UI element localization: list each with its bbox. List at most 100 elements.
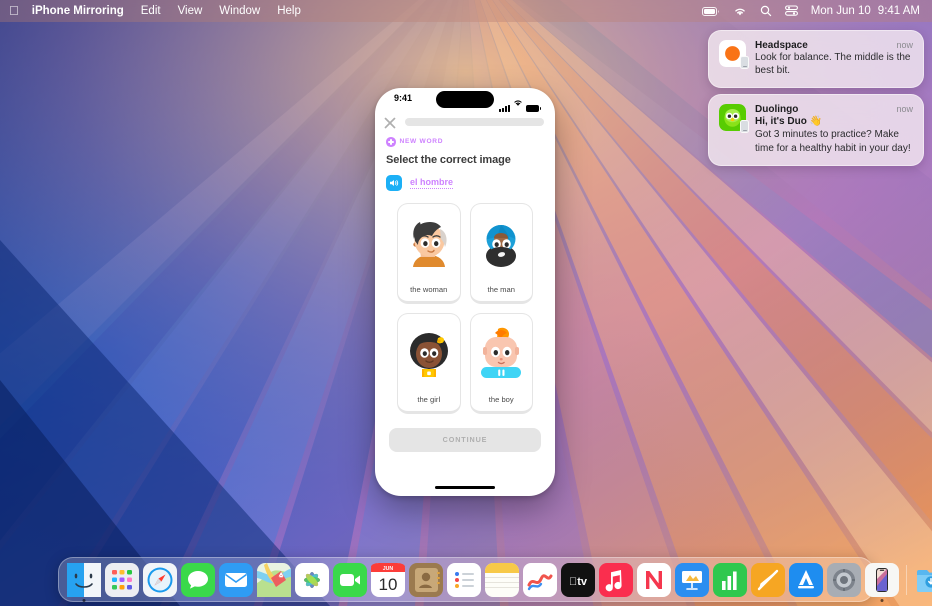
dock-item-reminders[interactable]	[446, 561, 483, 598]
safari-icon	[143, 562, 177, 597]
svg-text:tv: tv	[569, 576, 588, 588]
iphone-status-icons	[499, 94, 541, 112]
dock-item-news[interactable]	[636, 561, 673, 598]
dock-item-keynote[interactable]	[674, 561, 711, 598]
answer-choice-man[interactable]: the man	[469, 202, 533, 304]
messages-icon	[181, 562, 215, 597]
dock-item-photos[interactable]	[294, 561, 331, 598]
menu-item-window[interactable]: Window	[219, 5, 260, 17]
downloads-folder-icon	[914, 563, 932, 597]
dock-item-launchpad[interactable]	[104, 561, 141, 598]
facetime-icon	[333, 562, 367, 597]
answer-choice-woman[interactable]: the woman	[397, 202, 461, 304]
menu-item-view[interactable]: View	[178, 5, 203, 17]
notification-duolingo[interactable]: Duolingo now Hi, it's Duo 👋 Got 3 minute…	[708, 94, 924, 166]
menu-bar-date[interactable]: Mon Jun 10	[811, 5, 871, 17]
notification-body: Duolingo now Hi, it's Duo 👋 Got 3 minute…	[755, 104, 913, 154]
lesson-progress-bar	[405, 118, 544, 126]
iphone-mirroring-window[interactable]: 9:41 NEW WORD Select the correct image e…	[375, 88, 555, 496]
launchpad-icon	[105, 562, 139, 597]
dock-item-contacts[interactable]	[408, 561, 445, 598]
new-word-icon	[386, 137, 396, 147]
man-avatar	[472, 211, 530, 273]
dock-item-iphone-mirroring[interactable]	[864, 561, 901, 602]
iphone-mirroring-icon	[865, 562, 899, 597]
lesson-header	[375, 112, 555, 129]
answer-choice-label: the man	[487, 284, 515, 294]
wifi-icon[interactable]	[733, 6, 747, 17]
question-prompt: Select the correct image	[386, 153, 511, 166]
battery-icon[interactable]	[701, 6, 720, 17]
dock-item-downloads-folder[interactable]	[913, 561, 932, 598]
dock-item-safari[interactable]	[142, 561, 179, 598]
dock-item-appletv[interactable]: tv	[560, 561, 597, 598]
dock-item-appstore[interactable]	[788, 561, 825, 598]
reminders-icon	[447, 562, 481, 597]
dock-item-maps[interactable]	[256, 561, 293, 598]
svg-text:10: 10	[379, 575, 398, 594]
search-icon[interactable]	[760, 5, 772, 17]
notification-app-icon-wrap	[719, 40, 749, 69]
photos-icon	[295, 562, 329, 597]
menu-item-help[interactable]: Help	[277, 5, 301, 17]
dock-item-music[interactable]	[598, 561, 635, 598]
boy-avatar	[472, 321, 530, 383]
finder-icon	[67, 562, 101, 597]
notification-header: Duolingo now	[755, 104, 913, 115]
pages-icon	[751, 562, 785, 597]
news-icon	[637, 562, 671, 597]
dock-item-finder[interactable]	[66, 561, 103, 602]
dock-item-numbers[interactable]	[712, 561, 749, 598]
speaker-icon[interactable]	[386, 174, 402, 191]
dock-item-messages[interactable]	[180, 561, 217, 598]
dock-item-freeform[interactable]	[522, 561, 559, 598]
calendar-icon: JUN 10	[371, 562, 405, 597]
notification-message: Look for balance. The middle is the best…	[755, 52, 911, 77]
dynamic-island	[436, 90, 494, 108]
notification-headspace[interactable]: Headspace now Look for balance. The midd…	[708, 30, 924, 89]
settings-gear-icon	[827, 562, 861, 597]
dock-item-pages[interactable]	[750, 561, 787, 598]
dock-item-calendar[interactable]: JUN 10	[370, 561, 407, 598]
answer-choice-boy[interactable]: the boy	[469, 312, 533, 414]
notification-app-name: Headspace	[755, 40, 808, 51]
dock-item-notes[interactable]	[484, 561, 521, 598]
dock-separator	[906, 564, 907, 595]
dock-item-mail[interactable]	[218, 561, 255, 598]
control-center-icon[interactable]	[784, 5, 798, 17]
menu-bar-status-area: Mon Jun 10 9:41 AM	[701, 5, 923, 17]
menu-bar-time[interactable]: 9:41 AM	[878, 5, 920, 17]
menu-bar:  iPhone Mirroring Edit View Window Help…	[0, 0, 932, 22]
contacts-icon	[409, 562, 443, 597]
answer-choice-grid: the woman the man the girl the boy	[375, 191, 555, 414]
notification-app-name: Duolingo	[755, 104, 799, 116]
apple-logo-icon[interactable]: 	[9, 4, 19, 17]
notification-message: Got 3 minutes to practice? Make time for…	[755, 129, 911, 154]
dock-item-facetime[interactable]	[332, 561, 369, 598]
running-indicator	[880, 598, 884, 602]
close-icon[interactable]	[384, 116, 396, 129]
freeform-icon	[523, 562, 557, 597]
home-indicator[interactable]	[435, 486, 495, 489]
notification-time: now	[896, 40, 913, 50]
notes-icon	[485, 562, 519, 597]
continue-button[interactable]: CONTINUE	[389, 427, 541, 452]
music-icon	[599, 562, 633, 597]
answer-choice-label: the boy	[488, 394, 514, 404]
iphone-source-badge	[740, 56, 749, 69]
menu-item-edit[interactable]: Edit	[141, 5, 161, 17]
numbers-icon	[713, 562, 747, 597]
answer-choice-girl[interactable]: the girl	[397, 312, 461, 414]
keynote-icon	[675, 562, 709, 597]
menu-item-iphone-mirroring[interactable]: iPhone Mirroring	[32, 5, 124, 17]
woman-avatar	[400, 211, 458, 273]
target-word[interactable]: el hombre	[410, 177, 454, 189]
dock-item-settings[interactable]	[826, 561, 863, 598]
notification-time: now	[896, 104, 913, 115]
running-indicator	[82, 598, 86, 602]
battery-icon	[526, 105, 541, 112]
iphone-status-bar: 9:41	[375, 88, 555, 112]
appletv-icon: tv	[561, 562, 595, 597]
iphone-source-badge	[740, 120, 749, 134]
appstore-icon	[789, 562, 823, 597]
